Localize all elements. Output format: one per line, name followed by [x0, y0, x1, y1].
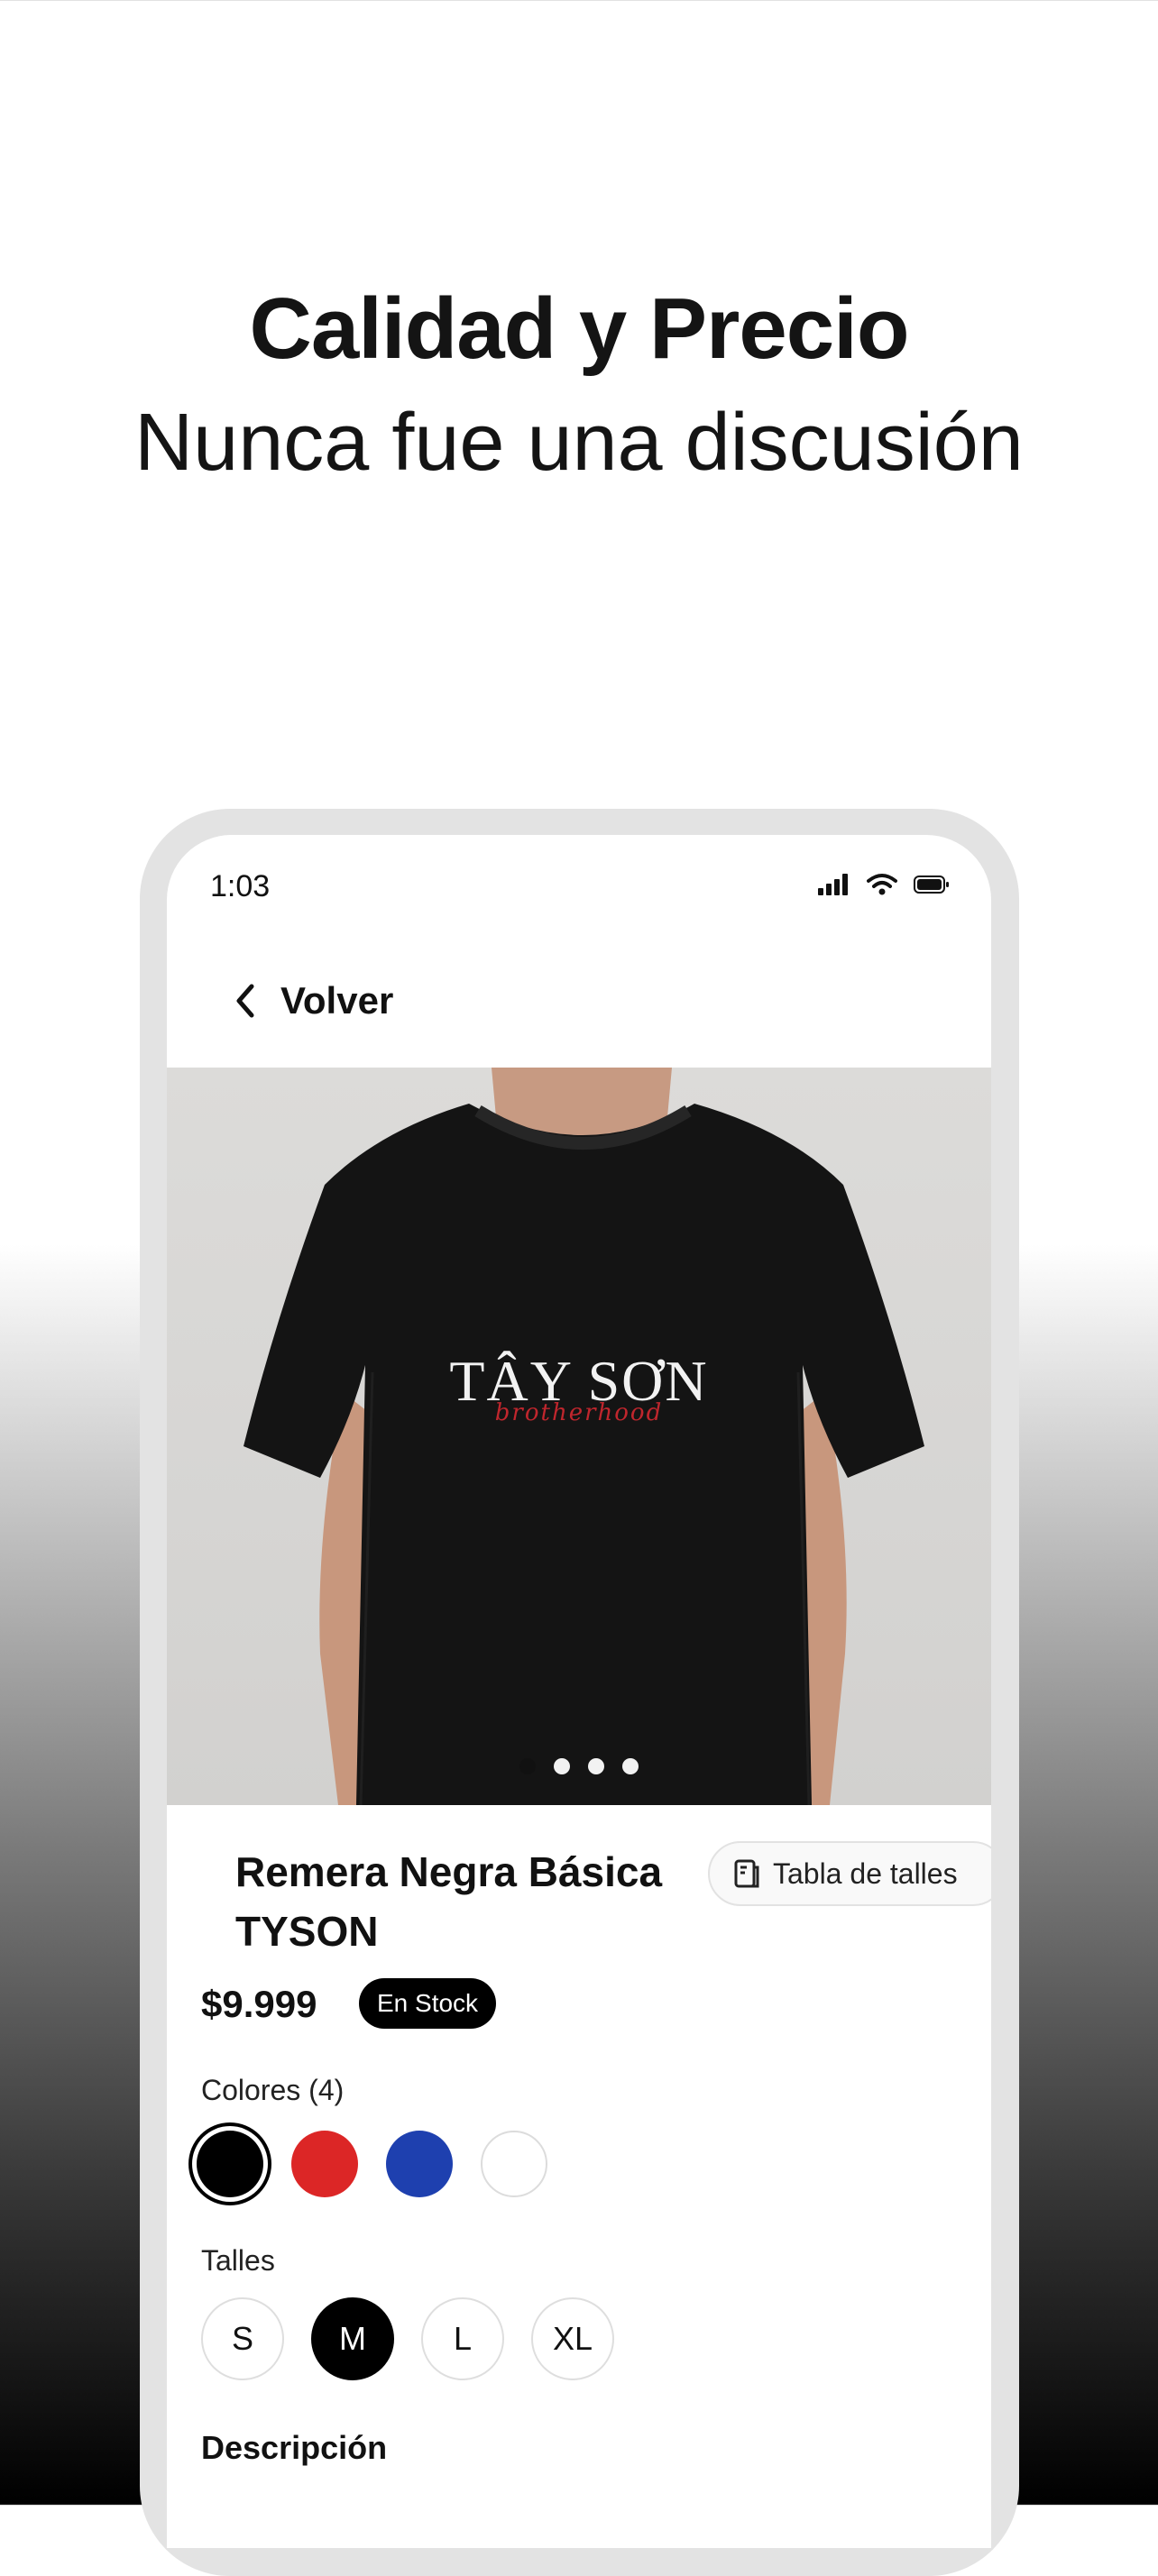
ruler-doc-icon — [734, 1859, 759, 1888]
product-title: Remera Negra Básica TYSON — [235, 1842, 704, 1961]
size-option-s[interactable]: S — [201, 2297, 284, 2380]
size-chart-button[interactable]: Tabla de talles — [708, 1841, 991, 1906]
chevron-left-icon — [236, 984, 254, 1018]
stock-badge: En Stock — [359, 1978, 497, 2029]
color-swatch-red[interactable] — [291, 2131, 358, 2197]
wifi-icon — [867, 874, 897, 895]
battery-icon — [914, 875, 949, 894]
color-swatch-white[interactable] — [481, 2131, 547, 2197]
product-title-line1: Remera Negra Básica — [235, 1848, 663, 1895]
promo-headline: Calidad y Precio — [249, 280, 910, 377]
phone-screen: 1:03 Volver TÂY SƠN brotherhood Remera N… — [167, 835, 991, 2548]
size-chart-label: Tabla de talles — [773, 1856, 958, 1890]
status-icons — [818, 873, 950, 896]
carousel-dot[interactable] — [622, 1758, 639, 1774]
color-swatch-blue[interactable] — [386, 2131, 453, 2197]
color-swatch-black[interactable] — [197, 2131, 263, 2197]
carousel-dot[interactable] — [519, 1758, 536, 1774]
size-option-xl[interactable]: XL — [531, 2297, 614, 2380]
promo-subline: Nunca fue una discusión — [134, 398, 1024, 488]
signal-icon — [818, 874, 848, 895]
carousel-indicator — [167, 1758, 991, 1774]
carousel-dot[interactable] — [554, 1758, 570, 1774]
back-label: Volver — [280, 979, 394, 1022]
colors-label: Colores (4) — [201, 2074, 345, 2106]
product-title-line2: TYSON — [235, 1908, 379, 1955]
size-option-l[interactable]: L — [421, 2297, 504, 2380]
print-script: brotherhood — [494, 1399, 664, 1426]
description-heading: Descripción — [201, 2429, 388, 2466]
product-image-carousel[interactable]: TÂY SƠN brotherhood — [167, 1068, 991, 1805]
size-option-m[interactable]: M — [311, 2297, 394, 2380]
back-button[interactable]: Volver — [232, 979, 393, 1022]
product-price: $9.999 — [201, 1983, 317, 2025]
status-time: 1:03 — [210, 869, 271, 903]
product-photo — [167, 1068, 991, 1805]
carousel-dot[interactable] — [588, 1758, 604, 1774]
sizes-label: Talles — [201, 2244, 275, 2277]
